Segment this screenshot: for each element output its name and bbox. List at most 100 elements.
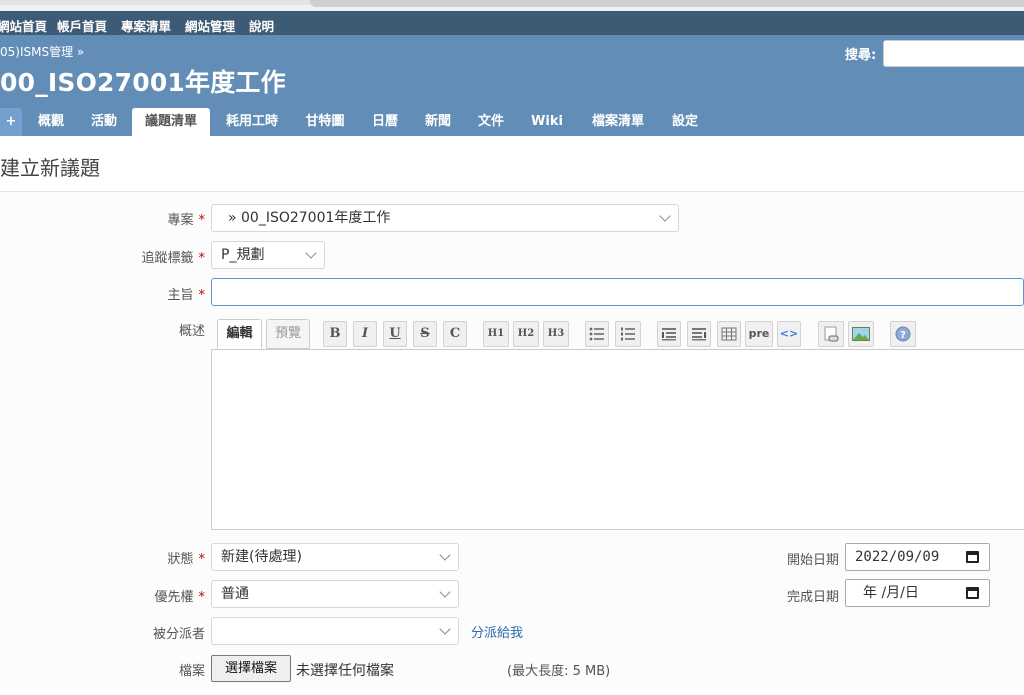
no-file-text: 未選擇任何檔案 bbox=[296, 663, 394, 679]
priority-select[interactable]: 普通 bbox=[211, 580, 459, 608]
project-label: 專案 * bbox=[100, 209, 205, 228]
top-menu-administration[interactable]: 網站管理 bbox=[185, 16, 235, 35]
required-mark: * bbox=[198, 251, 206, 266]
tab-issues[interactable]: 議題清單 bbox=[132, 108, 210, 136]
due-date-label-text: 完成日期 bbox=[786, 590, 839, 605]
project-select-value: » 00_ISO27001年度工作 bbox=[228, 210, 391, 226]
help-icon: ? bbox=[895, 326, 911, 342]
required-mark: * bbox=[198, 213, 206, 228]
priority-select-value: 普通 bbox=[221, 586, 249, 602]
chevron-down-icon bbox=[439, 549, 451, 561]
heading3-button[interactable]: H3 bbox=[543, 321, 569, 347]
tracker-label: 追蹤標籤 * bbox=[100, 247, 205, 266]
assignee-select[interactable] bbox=[211, 617, 459, 645]
image-button[interactable] bbox=[848, 321, 874, 347]
bold-button[interactable]: B bbox=[323, 321, 347, 347]
files-label: 檔案 bbox=[100, 660, 205, 679]
due-date-value: 年 /月/日 bbox=[863, 585, 919, 601]
tracker-select-value: P_規劃 bbox=[221, 247, 265, 263]
assignee-label: 被分派者 bbox=[100, 623, 205, 642]
underline-button[interactable]: U bbox=[383, 321, 407, 347]
status-select-value: 新建(待處理) bbox=[221, 549, 302, 565]
heading1-button[interactable]: H1 bbox=[483, 321, 509, 347]
editor-tab-preview[interactable]: 預覽 bbox=[266, 319, 310, 349]
project-title: 00_ISO27001年度工作 bbox=[0, 68, 286, 97]
description-textarea[interactable] bbox=[211, 349, 1024, 530]
start-date-value: 2022/09/09 bbox=[855, 549, 940, 565]
tracker-label-text: 追蹤標籤 bbox=[141, 251, 194, 266]
tracker-select[interactable]: P_規劃 bbox=[211, 241, 325, 269]
files-label-text: 檔案 bbox=[178, 664, 205, 679]
required-mark: * bbox=[198, 590, 206, 605]
search-input[interactable] bbox=[883, 40, 1024, 67]
subject-label: 主旨 * bbox=[100, 284, 205, 303]
top-menu-help[interactable]: 說明 bbox=[249, 16, 274, 35]
chevron-down-icon bbox=[659, 210, 671, 222]
max-size-text: (最大長度: 5 MB) bbox=[507, 664, 611, 679]
tab-settings[interactable]: 設定 bbox=[662, 108, 708, 136]
tab-spent-time[interactable]: 耗用工時 bbox=[218, 108, 286, 136]
tab-wiki[interactable]: Wiki bbox=[522, 108, 572, 136]
top-menu-my-page[interactable]: 帳戶首頁 bbox=[57, 16, 107, 35]
help-glyph: ? bbox=[900, 330, 906, 341]
page-heading: 建立新議題 bbox=[0, 156, 100, 180]
unordered-list-button[interactable] bbox=[585, 321, 609, 347]
status-label: 狀態 * bbox=[100, 548, 205, 567]
blockquote-button[interactable] bbox=[657, 321, 681, 347]
calendar-icon[interactable] bbox=[966, 551, 979, 563]
top-menu-home[interactable]: 網站首頁 bbox=[0, 16, 47, 35]
chevron-down-icon bbox=[305, 247, 317, 259]
heading2-button[interactable]: H2 bbox=[513, 321, 539, 347]
header: 05)ISMS管理 » 00_ISO27001年度工作 搜尋: + 概觀 活動 … bbox=[0, 35, 1024, 136]
tab-new-object[interactable]: + bbox=[0, 108, 22, 136]
unquote-button[interactable] bbox=[687, 321, 711, 347]
description-label: 概述 bbox=[100, 320, 205, 339]
choose-file-button[interactable]: 選擇檔案 bbox=[211, 655, 291, 682]
code-button[interactable]: C bbox=[443, 321, 467, 347]
status-select[interactable]: 新建(待處理) bbox=[211, 543, 459, 571]
link-button[interactable] bbox=[818, 321, 844, 347]
table-button[interactable] bbox=[717, 321, 741, 347]
tab-gantt[interactable]: 甘特圖 bbox=[296, 108, 354, 136]
strikethrough-button[interactable]: S bbox=[413, 321, 437, 347]
tab-news[interactable]: 新聞 bbox=[416, 108, 460, 136]
assign-to-me-link[interactable]: 分派給我 bbox=[471, 622, 523, 641]
tab-calendar[interactable]: 日曆 bbox=[364, 108, 406, 136]
tab-activity[interactable]: 活動 bbox=[82, 108, 126, 136]
top-menu: 網站首頁 帳戶首頁 專案清單 網站管理 說明 bbox=[0, 11, 1024, 35]
due-date-input[interactable]: 年 /月/日 bbox=[845, 579, 990, 607]
project-select[interactable]: » 00_ISO27001年度工作 bbox=[211, 204, 679, 232]
quote-icon bbox=[662, 328, 676, 341]
chrome-address-bar-edge bbox=[310, 0, 1024, 7]
preformatted-button[interactable]: pre bbox=[745, 321, 773, 347]
due-date-label: 完成日期 bbox=[760, 586, 839, 605]
breadcrumb[interactable]: 05)ISMS管理 » bbox=[0, 43, 84, 60]
required-mark: * bbox=[198, 288, 206, 303]
project-label-text: 專案 bbox=[167, 213, 194, 228]
start-date-label: 開始日期 bbox=[760, 549, 839, 568]
bullet-list-icon bbox=[589, 327, 604, 341]
tab-overview[interactable]: 概觀 bbox=[29, 108, 73, 136]
chevron-down-icon bbox=[439, 586, 451, 598]
numbered-list-icon bbox=[621, 327, 635, 341]
priority-label-text: 優先權 bbox=[154, 590, 194, 605]
start-date-input[interactable]: 2022/09/09 bbox=[845, 543, 990, 571]
unquote-icon bbox=[692, 328, 706, 341]
ordered-list-button[interactable] bbox=[615, 321, 641, 347]
chevron-down-icon bbox=[439, 623, 451, 635]
italic-button[interactable]: I bbox=[353, 321, 377, 347]
help-button[interactable]: ? bbox=[890, 321, 916, 347]
calendar-icon[interactable] bbox=[966, 587, 979, 599]
subject-input[interactable] bbox=[211, 278, 1024, 306]
editor-tab-edit[interactable]: 編輯 bbox=[217, 319, 262, 349]
tab-documents[interactable]: 文件 bbox=[470, 108, 512, 136]
tab-files[interactable]: 檔案清單 bbox=[582, 108, 654, 136]
status-label-text: 狀態 bbox=[167, 552, 194, 567]
browser-chrome-strip bbox=[0, 0, 1024, 11]
subject-label-text: 主旨 bbox=[167, 288, 194, 303]
image-icon bbox=[852, 327, 870, 341]
description-label-text: 概述 bbox=[178, 324, 205, 339]
inline-code-button[interactable]: <> bbox=[777, 321, 801, 347]
link-icon bbox=[824, 326, 839, 342]
top-menu-projects[interactable]: 專案清單 bbox=[121, 16, 171, 35]
